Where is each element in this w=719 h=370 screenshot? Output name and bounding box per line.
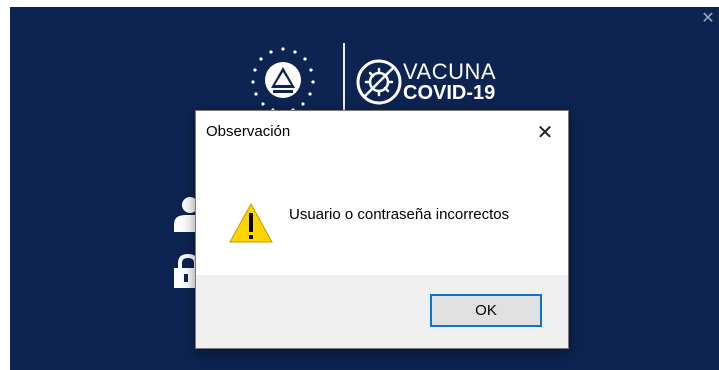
dialog-message: Usuario o contraseña incorrectos: [289, 206, 510, 223]
dialog-close-button[interactable]: ✕: [530, 119, 560, 145]
seal-emblem-icon: [251, 47, 315, 112]
logo-line-covid: COVID-19: [403, 82, 496, 104]
dialog-titlebar[interactable]: Observación ✕: [196, 111, 568, 153]
logo-line-vacuna: VACUNA: [403, 59, 497, 84]
dialog-title: Observación: [206, 123, 291, 140]
app-close-button[interactable]: ✕: [699, 9, 717, 27]
logo-divider: [343, 43, 345, 117]
vaccine-logo-text: VACUNA COVID-19: [403, 59, 497, 104]
warning-icon: [229, 203, 273, 243]
observation-dialog: Observación ✕ Usuario o contraseña incor…: [195, 110, 569, 349]
vaccine-logo-icon: [356, 59, 402, 105]
ok-button[interactable]: OK: [430, 294, 542, 327]
dialog-body: Usuario o contraseña incorrectos: [196, 153, 568, 276]
dialog-footer: OK: [196, 275, 568, 348]
